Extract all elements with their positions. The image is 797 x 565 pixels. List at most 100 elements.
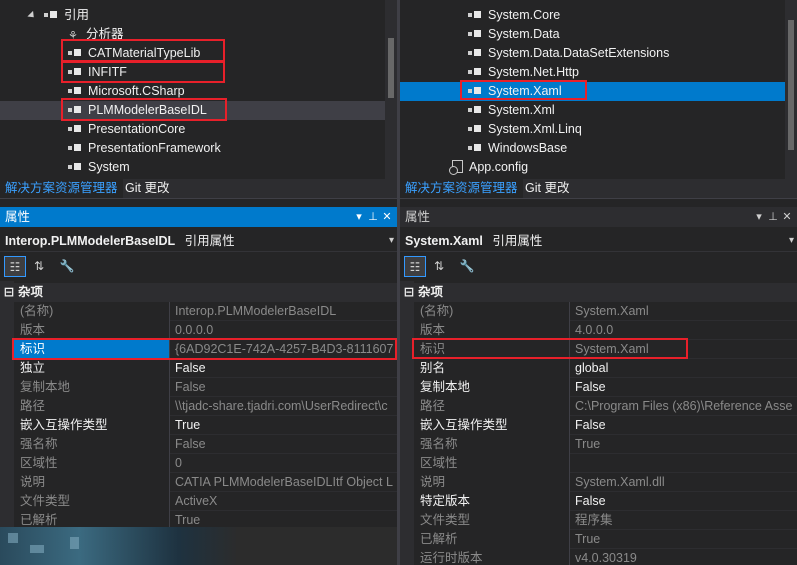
- property-value[interactable]: False: [171, 435, 397, 454]
- property-value[interactable]: System.Xaml: [571, 302, 797, 321]
- property-row[interactable]: 路径 C:\Program Files (x86)\Reference Asse: [400, 397, 797, 416]
- property-value[interactable]: System.Xaml.dll: [571, 473, 797, 492]
- tree-node-ref[interactable]: PresentationFramework: [68, 139, 221, 158]
- tree-node-file[interactable]: App.config: [449, 158, 528, 177]
- chevron-down-icon[interactable]: ▾: [789, 230, 794, 252]
- scrollbar-thumb[interactable]: [788, 20, 794, 150]
- tree-node-label: System.Core: [488, 8, 561, 22]
- tree-node-ref[interactable]: Microsoft.CSharp: [68, 82, 185, 101]
- property-row[interactable]: 特定版本 False: [400, 492, 797, 511]
- tree-scrollbar[interactable]: [785, 0, 797, 180]
- category-header[interactable]: ⊟ 杂项: [0, 283, 397, 302]
- tab-solution-explorer[interactable]: 解决方案资源管理器: [400, 179, 523, 198]
- tree-node-analyzers[interactable]: ⚘ 分析器: [68, 25, 124, 44]
- dropdown-icon[interactable]: ▾: [353, 207, 365, 227]
- property-row[interactable]: 文件类型 程序集: [400, 511, 797, 530]
- object-selector[interactable]: System.Xaml 引用属性 ▾: [400, 230, 797, 252]
- property-row[interactable]: 复制本地 False: [400, 378, 797, 397]
- dropdown-icon[interactable]: ▾: [753, 207, 765, 227]
- property-value[interactable]: \\tjadc-share.tjadri.com\UserRedirect\c: [171, 397, 397, 416]
- property-value[interactable]: 0.0.0.0: [171, 321, 397, 340]
- scrollbar-thumb[interactable]: [388, 38, 394, 98]
- property-row[interactable]: 嵌入互操作类型 True: [0, 416, 397, 435]
- categorized-view-button[interactable]: ☷: [4, 256, 26, 277]
- property-value[interactable]: False: [571, 378, 797, 397]
- property-value[interactable]: True: [171, 416, 397, 435]
- tree-node-ref[interactable]: PresentationCore: [68, 120, 185, 139]
- property-value[interactable]: v4.0.30319: [571, 549, 797, 565]
- property-pages-button[interactable]: 🔧: [456, 256, 478, 277]
- property-row[interactable]: 版本 4.0.0.0: [400, 321, 797, 340]
- property-row[interactable]: 区域性 0: [0, 454, 397, 473]
- property-row[interactable]: 标识 System.Xaml: [400, 340, 797, 359]
- property-value[interactable]: False: [171, 378, 397, 397]
- property-value[interactable]: True: [571, 530, 797, 549]
- expand-arrow-icon[interactable]: [27, 10, 37, 21]
- property-row[interactable]: 路径 \\tjadc-share.tjadri.com\UserRedirect\…: [0, 397, 397, 416]
- property-row[interactable]: 运行时版本 v4.0.30319: [400, 549, 797, 565]
- tab-git-changes[interactable]: Git 更改: [520, 179, 574, 198]
- tree-node-ref[interactable]: System.Data.DataSetExtensions: [468, 44, 669, 63]
- property-row[interactable]: 别名 global: [400, 359, 797, 378]
- tree-node-ref-selected[interactable]: System.Xaml: [400, 82, 785, 101]
- pin-icon[interactable]: ⊥: [367, 207, 379, 227]
- tree-node-ref[interactable]: CATMaterialTypeLib: [68, 44, 200, 63]
- property-row[interactable]: 文件类型 ActiveX: [0, 492, 397, 511]
- tree-node-ref[interactable]: System.Xml.Linq: [468, 120, 582, 139]
- property-value[interactable]: ActiveX: [171, 492, 397, 511]
- property-row[interactable]: (名称) Interop.PLMModelerBaseIDL: [0, 302, 397, 321]
- tree-node-ref[interactable]: System.Core: [468, 6, 560, 25]
- property-row[interactable]: 区域性: [400, 454, 797, 473]
- property-value[interactable]: [571, 454, 797, 473]
- collapse-icon[interactable]: ⊟: [0, 283, 18, 302]
- tab-git-changes[interactable]: Git 更改: [120, 179, 174, 198]
- alphabetical-sort-button[interactable]: ⇅: [428, 256, 450, 277]
- property-row[interactable]: 说明 CATIA PLMModelerBaseIDLItf Object L: [0, 473, 397, 492]
- tree-node-ref-selected[interactable]: PLMModelerBaseIDL: [0, 101, 385, 120]
- property-value[interactable]: Interop.PLMModelerBaseIDL: [171, 302, 397, 321]
- close-icon[interactable]: ✕: [781, 207, 793, 227]
- property-row[interactable]: 强名称 True: [400, 435, 797, 454]
- property-name: 已解析: [414, 530, 570, 549]
- property-row[interactable]: 强名称 False: [0, 435, 397, 454]
- property-row[interactable]: 复制本地 False: [0, 378, 397, 397]
- property-value[interactable]: System.Xaml: [571, 340, 797, 359]
- property-value[interactable]: False: [171, 359, 397, 378]
- category-header[interactable]: ⊟ 杂项: [400, 283, 797, 302]
- property-value[interactable]: C:\Program Files (x86)\Reference Asse: [571, 397, 797, 416]
- tree-node-ref[interactable]: INFITF: [68, 63, 127, 82]
- tree-node-ref[interactable]: System: [68, 158, 130, 177]
- property-value[interactable]: True: [571, 435, 797, 454]
- property-row[interactable]: 版本 0.0.0.0: [0, 321, 397, 340]
- property-value[interactable]: 4.0.0.0: [571, 321, 797, 340]
- property-value[interactable]: 0: [171, 454, 397, 473]
- collapse-icon[interactable]: ⊟: [400, 283, 418, 302]
- property-value[interactable]: 程序集: [571, 511, 797, 530]
- tab-solution-explorer[interactable]: 解决方案资源管理器: [0, 179, 123, 198]
- tree-node-ref[interactable]: System.Xml: [468, 101, 555, 120]
- alphabetical-sort-button[interactable]: ⇅: [28, 256, 50, 277]
- property-value[interactable]: {6AD92C1E-742A-4257-B4D3-8111607: [171, 340, 397, 359]
- property-row[interactable]: 说明 System.Xaml.dll: [400, 473, 797, 492]
- property-row[interactable]: 嵌入互操作类型 False: [400, 416, 797, 435]
- chevron-down-icon[interactable]: ▾: [389, 230, 394, 252]
- tree-node-ref[interactable]: WindowsBase: [468, 139, 567, 158]
- property-row[interactable]: 独立 False: [0, 359, 397, 378]
- tree-node-ref[interactable]: System.Net.Http: [468, 63, 579, 82]
- property-row-selected[interactable]: 标识 {6AD92C1E-742A-4257-B4D3-8111607: [0, 340, 397, 359]
- property-row[interactable]: 已解析 True: [400, 530, 797, 549]
- property-pages-button[interactable]: 🔧: [56, 256, 78, 277]
- property-row[interactable]: (名称) System.Xaml: [400, 302, 797, 321]
- property-value[interactable]: global: [571, 359, 797, 378]
- property-value[interactable]: CATIA PLMModelerBaseIDLItf Object L: [171, 473, 397, 492]
- pin-icon[interactable]: ⊥: [767, 207, 779, 227]
- close-icon[interactable]: ✕: [381, 207, 393, 227]
- tree-node-ref[interactable]: System.Data: [468, 25, 560, 44]
- title-tools: ▾ ⊥ ✕: [351, 207, 393, 227]
- object-selector[interactable]: Interop.PLMModelerBaseIDL 引用属性 ▾: [0, 230, 397, 252]
- categorized-view-button[interactable]: ☷: [404, 256, 426, 277]
- property-value[interactable]: False: [571, 492, 797, 511]
- property-value[interactable]: False: [571, 416, 797, 435]
- tree-scrollbar[interactable]: [385, 0, 397, 180]
- tree-node-references[interactable]: 引用: [27, 6, 89, 25]
